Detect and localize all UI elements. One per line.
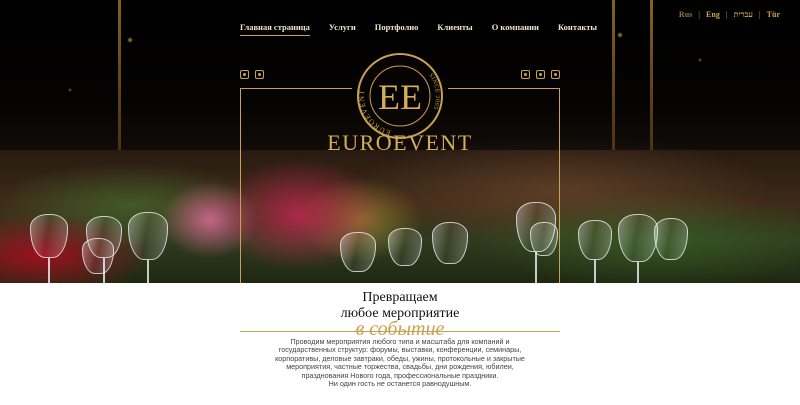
wine-glass: [128, 212, 168, 260]
decor-pole: [118, 0, 121, 150]
lang-hebrew[interactable]: עברית: [734, 10, 753, 19]
decor-pole: [612, 0, 615, 150]
nav-item-about[interactable]: О компании: [492, 22, 539, 36]
main-nav: Главная страница Услуги Портфолио Клиент…: [240, 22, 597, 36]
lang-turkish[interactable]: Tür: [767, 10, 780, 19]
wine-glass: [388, 228, 422, 266]
wine-glass: [82, 238, 114, 274]
telegram-icon[interactable]: [255, 70, 264, 79]
logo-monogram: EE: [378, 77, 422, 117]
wine-glass: [654, 218, 688, 260]
nav-item-contacts[interactable]: Контакты: [558, 22, 597, 36]
nav-item-services[interactable]: Услуги: [329, 22, 356, 36]
lang-separator: |: [698, 10, 701, 19]
decor-pole: [650, 0, 653, 150]
viber-icon[interactable]: [536, 70, 545, 79]
mail-icon[interactable]: [551, 70, 560, 79]
heading-line-1: Превращаем: [362, 290, 438, 305]
nav-item-home[interactable]: Главная страница: [240, 22, 310, 36]
description-text: Проводим мероприятия любого типа и масшт…: [275, 337, 525, 380]
lang-separator: |: [725, 10, 728, 19]
nav-item-clients[interactable]: Клиенты: [437, 22, 472, 36]
wine-glass: [30, 214, 68, 258]
frame-line: [448, 88, 560, 89]
glass-stem: [594, 260, 596, 283]
lang-eng[interactable]: Eng: [706, 10, 720, 19]
nav-item-portfolio[interactable]: Портфолио: [375, 22, 419, 36]
phone-icon[interactable]: [240, 70, 249, 79]
glass-stem: [147, 260, 149, 283]
wine-glass: [578, 220, 612, 260]
lang-rus[interactable]: Rus: [679, 10, 692, 19]
frame-line: [240, 88, 352, 89]
tagline-text: Ни один гость не останется равнодушным.: [328, 379, 472, 389]
glass-stem: [637, 262, 639, 283]
wine-glass: [340, 232, 376, 272]
whatsapp-icon[interactable]: [521, 70, 530, 79]
glass-stem: [48, 258, 50, 283]
language-switcher: Rus | Eng | עברית | Tür: [679, 10, 780, 19]
euroevent-logo[interactable]: EUROEVENT SINCE 2005 EE: [356, 52, 444, 140]
wine-glass: [530, 222, 558, 256]
wine-glass: [432, 222, 468, 264]
description-block: Проводим мероприятия любого типа и масшт…: [270, 337, 530, 389]
glass-stem: [535, 252, 537, 283]
wine-glass: [618, 214, 658, 262]
lang-separator: |: [758, 10, 761, 19]
brand-name: EUROEVENT: [327, 130, 473, 155]
